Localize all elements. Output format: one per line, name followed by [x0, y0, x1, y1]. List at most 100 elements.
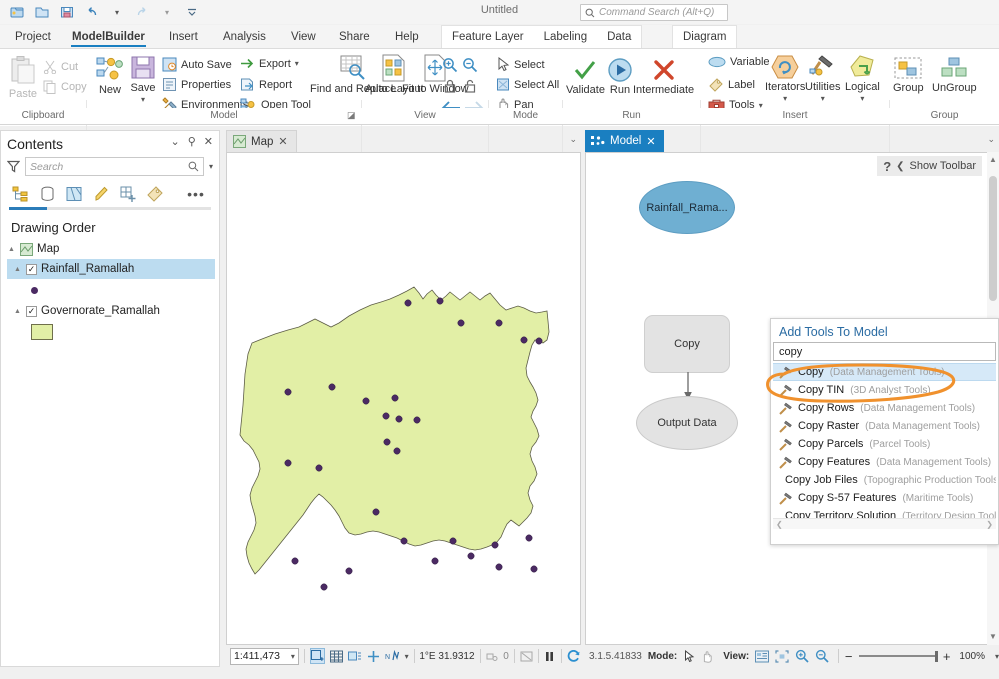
fit-to-window-icon[interactable]	[775, 648, 789, 664]
export-button[interactable]: Export ▾	[240, 57, 299, 70]
tool-result-copy-job-files[interactable]: Copy Job Files (Topographic Production T…	[773, 471, 996, 489]
more-options-icon[interactable]: •••	[185, 183, 207, 204]
selection-tool-icon[interactable]	[309, 648, 325, 664]
logical-dropdown-icon[interactable]: ▾	[860, 94, 864, 103]
list-by-editing-icon[interactable]	[90, 183, 112, 204]
zoom-out-icon[interactable]	[815, 648, 829, 664]
intermediate-button[interactable]: Intermediate	[633, 57, 694, 97]
contents-search-input[interactable]: Search	[25, 157, 204, 176]
paste-button[interactable]: Paste	[8, 55, 38, 101]
explore-navigation-icon[interactable]: N	[385, 648, 400, 664]
iterators-button[interactable]: Iterators ▾	[765, 54, 805, 103]
list-by-snapping-icon[interactable]	[117, 183, 139, 204]
utilities-dropdown-icon[interactable]: ▾	[821, 94, 825, 103]
layer-visibility-checkbox[interactable]: ✓	[26, 305, 37, 317]
variable-button[interactable]: Variable	[708, 56, 770, 68]
search-dropdown-icon[interactable]: ▾	[209, 162, 213, 171]
model-tab-dropdown-icon[interactable]: ⌄	[987, 134, 995, 145]
scrollbar-thumb[interactable]	[989, 176, 997, 301]
add-tools-results-list[interactable]: Copy (Data Management Tools) Copy TIN (3…	[773, 363, 996, 529]
tool-result-copy[interactable]: Copy (Data Management Tools)	[773, 363, 996, 381]
cut-button[interactable]: Cut	[43, 60, 78, 74]
tool-result-copy-s57-features[interactable]: Copy S-57 Features (Maritime Tools)	[773, 489, 996, 507]
toc-row-rainfall-ramallah[interactable]: ▲ ✓ Rainfall_Ramallah	[7, 259, 215, 279]
layer-visibility-checkbox[interactable]: ✓	[26, 263, 37, 275]
tab-data[interactable]: Data	[597, 27, 641, 48]
contents-menu-icon[interactable]: ⌄	[171, 136, 180, 148]
map-tab-dropdown-icon[interactable]: ⌄	[569, 134, 577, 145]
group-button[interactable]: Group	[893, 57, 924, 95]
measure-icon[interactable]	[367, 648, 380, 664]
zoom-plus-button[interactable]: +	[943, 649, 951, 664]
add-tools-to-model-dialog[interactable]: Add Tools To Model copy Copy (Data Manag…	[770, 318, 999, 545]
results-horizontal-scrollbar[interactable]: ❮ ❯	[773, 518, 996, 529]
pause-drawing-icon[interactable]	[543, 648, 556, 664]
ungroup-button[interactable]: UnGroup	[932, 57, 977, 95]
navigation-dropdown-icon[interactable]: ▾	[405, 652, 409, 661]
iterators-dropdown-icon[interactable]: ▾	[783, 94, 787, 103]
scroll-right-icon[interactable]: ❯	[986, 519, 993, 529]
tab-map-view[interactable]: Map ✕	[226, 130, 297, 152]
validate-button[interactable]: Validate	[566, 57, 605, 97]
output-data-node[interactable]: Output Data	[636, 396, 738, 450]
fit-to-window-button[interactable]: Fit to Window	[402, 54, 469, 96]
toc-row-governorate-ramallah[interactable]: ▲ ✓ Governorate_Ramallah	[7, 301, 219, 321]
logical-button[interactable]: Logical ▾	[845, 54, 880, 103]
select-button[interactable]: Select	[496, 57, 545, 72]
zoom-minus-button[interactable]: −	[845, 649, 853, 664]
properties-button[interactable]: Properties	[162, 77, 231, 92]
tab-diagram[interactable]: Diagram	[673, 27, 736, 48]
refresh-icon[interactable]	[567, 648, 581, 664]
tool-result-copy-raster[interactable]: Copy Raster (Data Management Tools)	[773, 417, 996, 435]
copy-tool-node[interactable]: Copy	[644, 315, 730, 373]
map-canvas[interactable]	[226, 152, 581, 645]
close-icon[interactable]: ✕	[646, 135, 655, 148]
tab-feature-layer[interactable]: Feature Layer	[442, 27, 534, 48]
scroll-left-icon[interactable]: ❮	[776, 519, 783, 529]
zoom-slider[interactable]	[858, 650, 938, 662]
tool-result-copy-rows[interactable]: Copy Rows (Data Management Tools)	[773, 399, 996, 417]
map-scale-combo[interactable]: 1:411,473 ▾	[230, 647, 299, 665]
run-button[interactable]: Run	[607, 57, 633, 97]
input-variable-node[interactable]: Rainfall_Rama...	[639, 181, 735, 234]
unlock-button[interactable]	[463, 79, 477, 94]
model-dialog-launcher-icon[interactable]: ◪	[347, 110, 356, 121]
attribute-table-icon[interactable]	[329, 648, 343, 664]
tool-result-copy-parcels[interactable]: Copy Parcels (Parcel Tools)	[773, 435, 996, 453]
zoom-in-icon[interactable]	[795, 648, 809, 664]
expand-arrow-icon[interactable]: ▲	[13, 308, 22, 315]
list-by-selection-icon[interactable]	[63, 183, 85, 204]
tool-result-copy-features[interactable]: Copy Features (Data Management Tools)	[773, 453, 996, 471]
expand-arrow-icon[interactable]: ▲	[13, 266, 22, 273]
tab-share[interactable]: Share	[330, 25, 379, 48]
save-dropdown-icon[interactable]: ▾	[141, 95, 145, 104]
new-model-button[interactable]: New	[95, 55, 125, 97]
tab-model-view[interactable]: Model ✕	[585, 130, 664, 152]
point-symbol-swatch[interactable]	[31, 286, 38, 294]
zoom-slider-knob[interactable]	[934, 651, 938, 662]
help-question-icon[interactable]: ?	[883, 159, 891, 174]
report-button[interactable]: Report	[240, 77, 292, 92]
command-search-input[interactable]: Command Search (Alt+Q)	[580, 4, 728, 21]
select-all-button[interactable]: Select All	[496, 77, 559, 92]
zoom-out-button[interactable]	[462, 57, 478, 73]
close-icon[interactable]: ✕	[278, 135, 287, 148]
close-icon[interactable]: ✕	[204, 136, 213, 148]
export-dropdown-icon[interactable]: ▾	[295, 59, 299, 68]
toc-row-map[interactable]: ▲ Map	[1, 239, 219, 259]
save-model-button[interactable]: Save ▾	[130, 55, 156, 104]
tab-modelbuilder[interactable]: ModelBuilder	[63, 25, 154, 48]
list-by-labeling-icon[interactable]	[144, 183, 166, 204]
select-by-attributes-icon[interactable]	[347, 648, 362, 664]
selected-features-icon[interactable]	[485, 648, 498, 664]
tab-analysis[interactable]: Analysis	[214, 25, 275, 48]
tab-project[interactable]: Project	[6, 25, 60, 48]
chevron-left-icon[interactable]: ❮	[896, 161, 904, 172]
tab-view[interactable]: View	[282, 25, 325, 48]
tool-result-copy-tin[interactable]: Copy TIN (3D Analyst Tools)	[773, 381, 996, 399]
scroll-up-icon[interactable]: ▲	[987, 154, 999, 166]
scroll-down-icon[interactable]: ▼	[987, 631, 999, 643]
zoom-in-button[interactable]	[442, 57, 458, 73]
copy-button[interactable]: Copy	[43, 80, 87, 94]
list-by-data-source-icon[interactable]	[36, 183, 58, 204]
